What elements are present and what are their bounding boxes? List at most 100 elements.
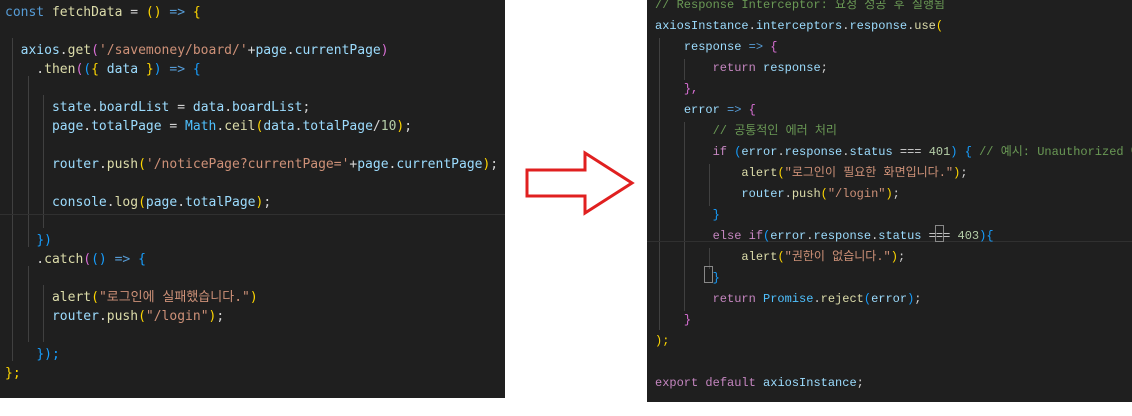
code-token: => <box>169 62 186 77</box>
code-line: } <box>655 268 720 289</box>
code-token: response <box>683 40 742 54</box>
code-token: ) <box>890 250 898 264</box>
code-token: === <box>921 229 958 243</box>
code-token: { <box>964 145 972 159</box>
code-token: '/noticePage?currentPage=' <box>145 157 350 172</box>
code-token: . <box>83 119 92 134</box>
code-token: "/login" <box>145 309 209 324</box>
code-token: use <box>914 19 936 33</box>
code-token: // Response Interceptor: 요청 성공 후 실행됨 <box>655 0 945 12</box>
code-token: router <box>51 309 99 324</box>
code-token: { <box>138 252 146 267</box>
code-line: axiosInstance.interceptors.response.use( <box>655 16 943 37</box>
code-token: totalPage <box>185 195 256 210</box>
code-token: } <box>145 62 154 77</box>
code-line: } <box>655 310 691 331</box>
code-token: currentPage <box>294 43 381 58</box>
code-token: ; <box>914 292 922 306</box>
code-token: error <box>770 229 807 243</box>
code-token: = <box>122 5 146 20</box>
code-token: interceptors <box>755 19 843 33</box>
code-token: => <box>727 103 742 117</box>
code-token: page <box>255 43 287 58</box>
code-token: . <box>777 145 785 159</box>
code-token: else <box>712 229 742 243</box>
code-token: page <box>145 195 178 210</box>
code-token: 10 <box>380 119 397 134</box>
code-line: }) <box>5 231 52 250</box>
code-token: page <box>51 119 84 134</box>
code-token: axios <box>20 43 60 58</box>
right-code-editor[interactable]: // Response Interceptor: 요청 성공 후 실행됨 axio… <box>647 0 1132 402</box>
code-token: . <box>98 309 107 324</box>
code-line: axios.get('/savemoney/board/'+page.curre… <box>5 41 389 60</box>
code-token: . <box>224 100 233 115</box>
code-token: ( <box>138 309 146 324</box>
code-line: } <box>655 205 720 226</box>
code-line: console.log(page.totalPage); <box>5 193 271 212</box>
code-token: ) <box>153 62 162 77</box>
code-line: response => { <box>655 37 778 58</box>
code-token: ); <box>655 334 670 348</box>
code-token: return <box>712 292 756 306</box>
code-token: data <box>263 119 295 134</box>
code-token: => <box>114 252 131 267</box>
code-token: . <box>784 187 792 201</box>
code-line: }, <box>655 79 698 100</box>
code-token: "/login" <box>827 187 886 201</box>
code-line: return response; <box>655 58 828 79</box>
code-token: error <box>871 292 908 306</box>
code-token: ( <box>138 157 146 172</box>
code-token: ; <box>856 376 864 390</box>
code-token: boardList <box>232 100 303 115</box>
code-token: } <box>712 208 720 222</box>
code-token: // 공통적인 에러 처리 <box>712 124 837 138</box>
code-token: . <box>286 43 295 58</box>
code-line: .then(({ data }) => { <box>5 60 200 79</box>
code-line: alert("로그인이 필요한 화면입니다."); <box>655 163 967 184</box>
code-token: ; <box>404 119 413 134</box>
code-line: else if(error.response.status === 403){ <box>655 226 994 247</box>
code-token: { <box>192 5 201 20</box>
code-token: ( <box>83 62 92 77</box>
code-token: axiosInstance <box>655 19 749 33</box>
code-token: ( <box>863 292 872 306</box>
code-token: . <box>91 100 99 115</box>
code-token: 401 <box>928 145 951 159</box>
code-token: alert <box>741 250 778 264</box>
code-token: === <box>892 145 929 159</box>
left-code-editor[interactable]: const fetchData = () => { axios.get('/sa… <box>0 0 505 398</box>
code-line: if (error.response.status === 401) { // … <box>655 142 1132 163</box>
code-token: data <box>106 62 139 77</box>
code-token: . <box>216 119 225 134</box>
code-token: { <box>770 40 778 54</box>
code-token: 403 <box>957 229 980 243</box>
code-token: "로그인에 실패했습니다." <box>98 290 250 305</box>
code-token: console <box>51 195 107 210</box>
code-token: "권한이 없습니다." <box>784 250 891 264</box>
code-token: . <box>59 43 68 58</box>
code-token: . <box>177 195 186 210</box>
code-token: get <box>67 43 92 58</box>
code-line: router.push("/login"); <box>5 307 224 326</box>
code-token: log <box>114 195 139 210</box>
code-line: router.push('/noticePage?currentPage='+p… <box>5 155 498 174</box>
current-line-highlight <box>0 214 505 215</box>
code-line: .catch(() => { <box>5 250 146 269</box>
code-token: ( <box>777 166 785 180</box>
code-token: ( <box>83 252 92 267</box>
code-token: ceil <box>224 119 256 134</box>
